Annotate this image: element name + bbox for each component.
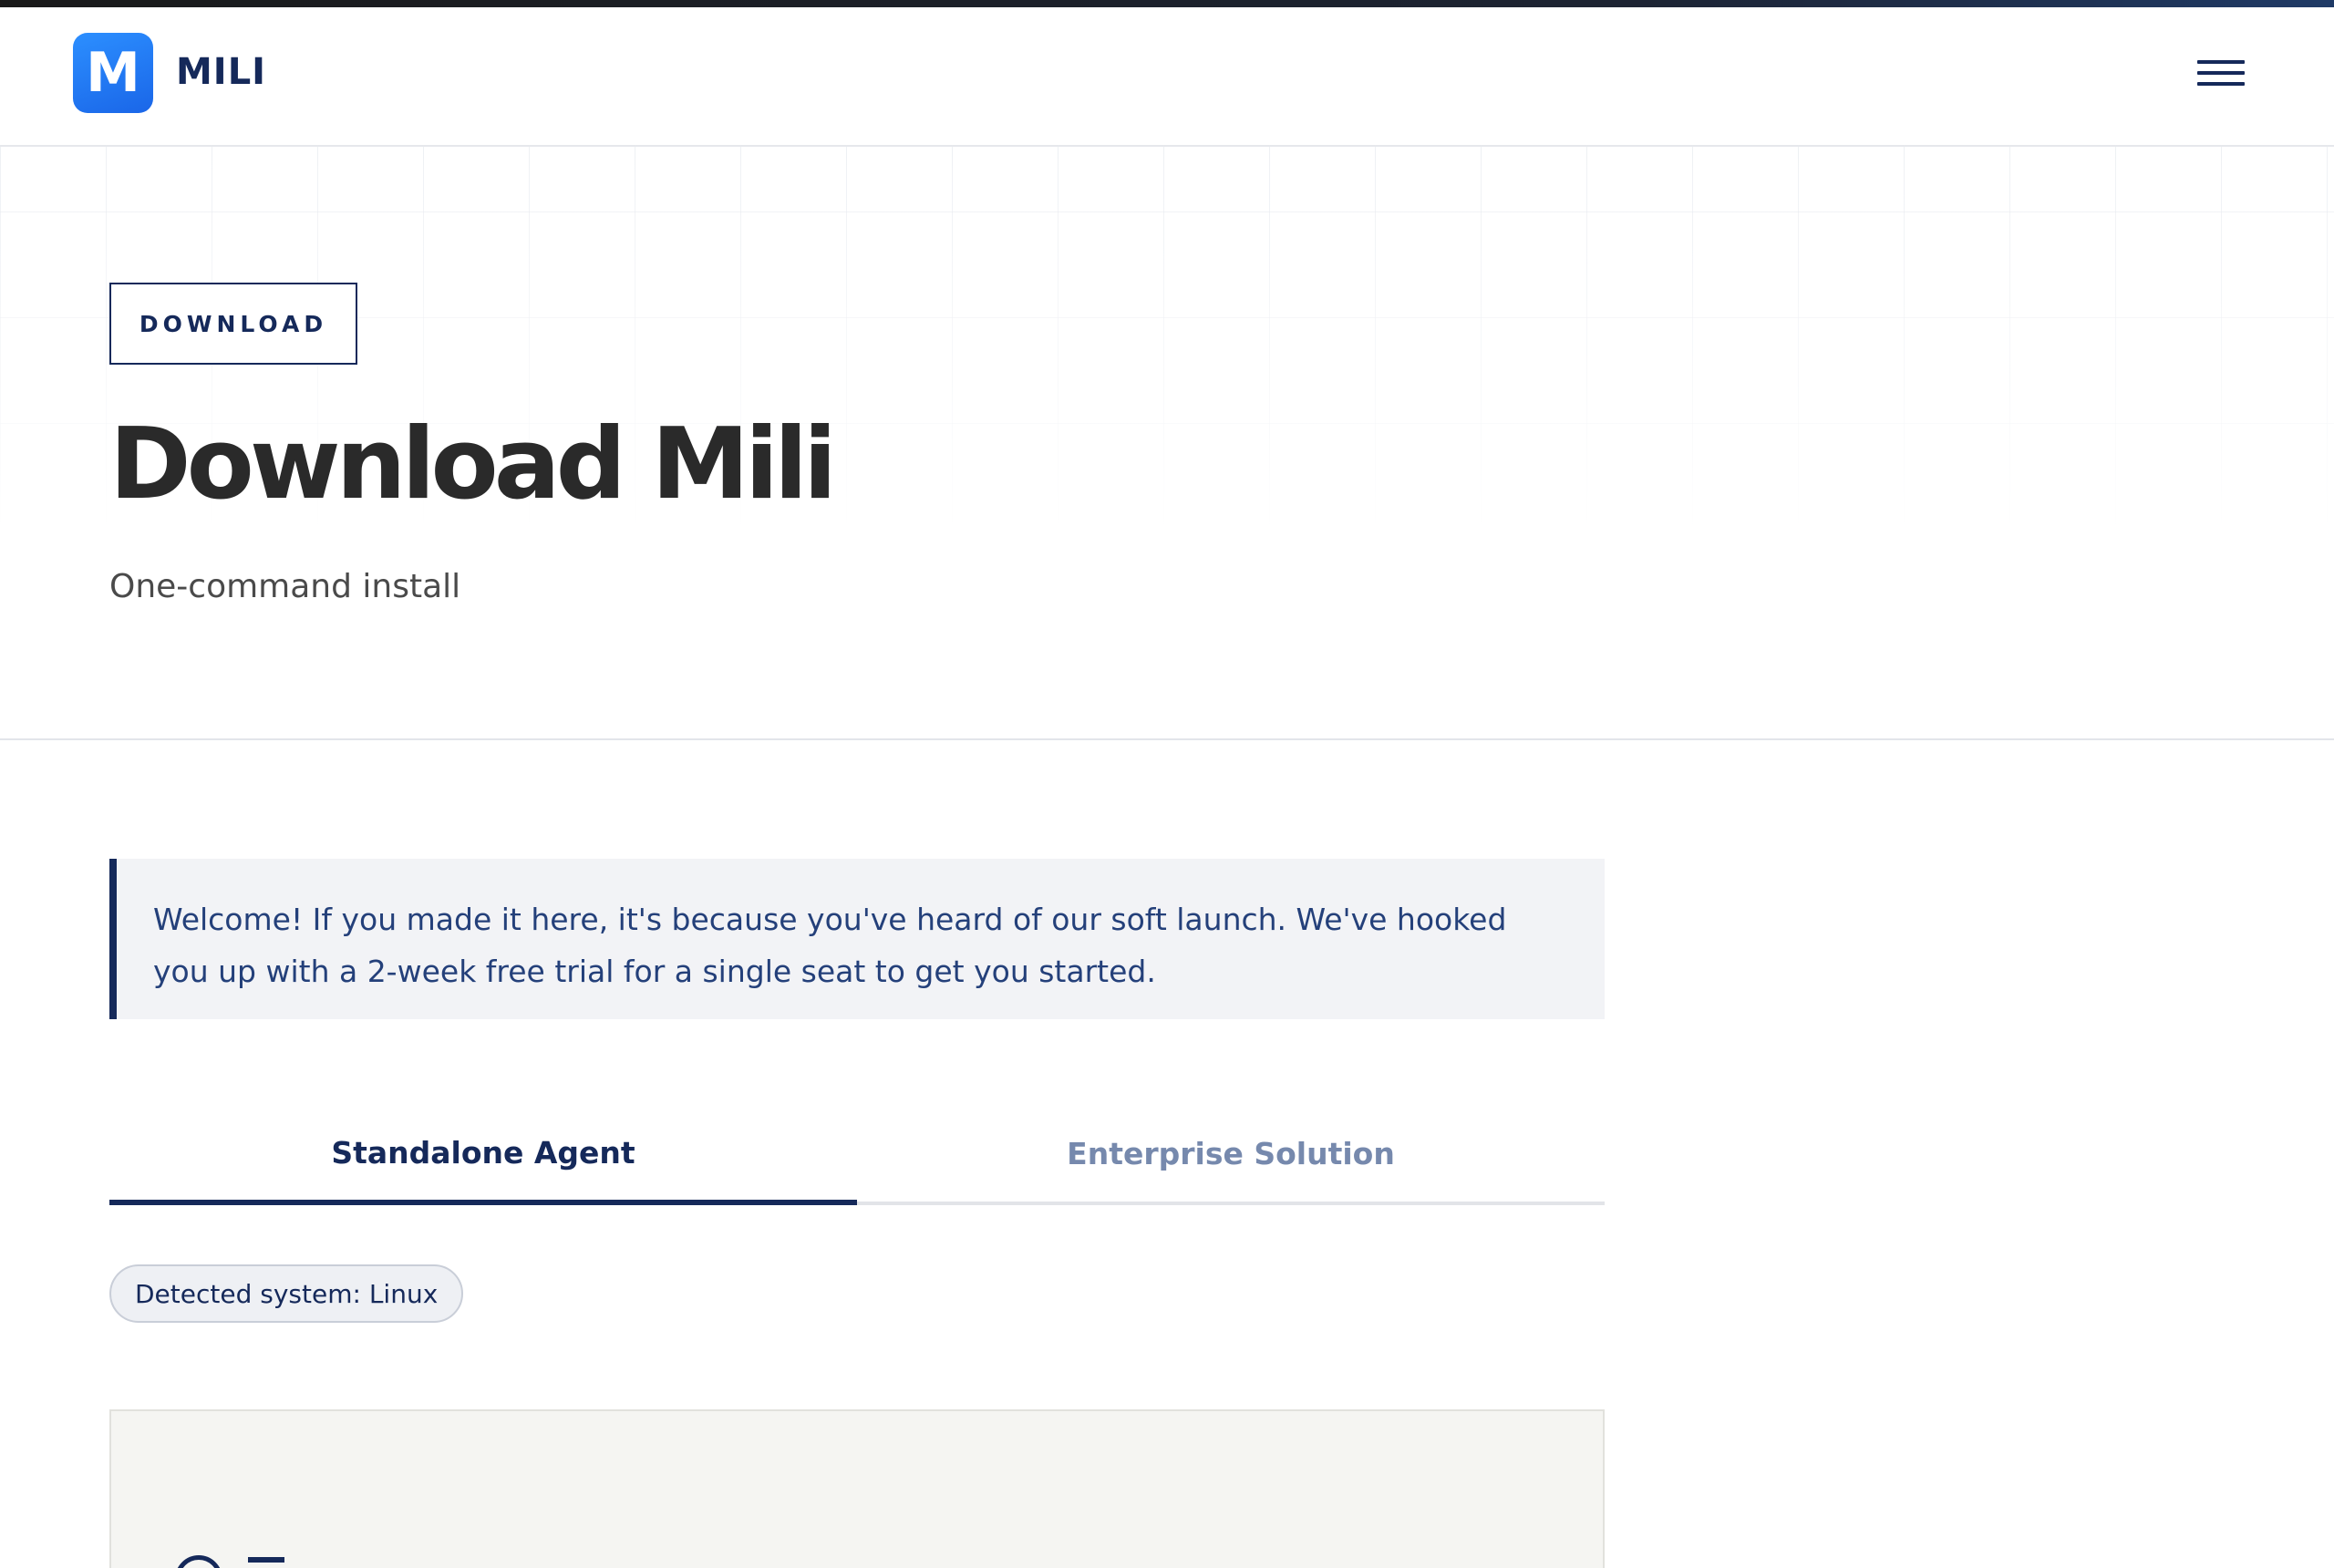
step-circle-icon <box>175 1555 222 1568</box>
hamburger-menu-icon[interactable] <box>2195 55 2246 95</box>
hero-section: DOWNLOAD Download Mili One-command insta… <box>0 147 2334 740</box>
welcome-notice-text: Welcome! If you made it here, it's becau… <box>153 902 1507 989</box>
install-tabs: Standalone Agent Enterprise Solution <box>109 1105 1605 1205</box>
top-accent-bar <box>0 0 2334 7</box>
download-eyebrow-label: DOWNLOAD <box>109 283 357 365</box>
welcome-notice: Welcome! If you made it here, it's becau… <box>109 859 1605 1019</box>
detected-system-badge: Detected system: Linux <box>109 1264 464 1323</box>
site-header: M MILI <box>0 7 2334 147</box>
logo-letter: M <box>86 41 140 105</box>
menu-line <box>2197 71 2245 75</box>
tab-standalone-agent[interactable]: Standalone Agent <box>109 1105 857 1205</box>
menu-line <box>2197 60 2245 64</box>
menu-line <box>2197 82 2245 86</box>
page-subtitle: One-command install <box>109 568 461 605</box>
mili-logo-icon[interactable]: M <box>73 33 153 113</box>
step-heading-partial <box>248 1557 284 1568</box>
tab-enterprise-solution[interactable]: Enterprise Solution <box>857 1105 1605 1205</box>
install-card <box>109 1409 1605 1568</box>
brand-name[interactable]: MILI <box>176 51 266 93</box>
page-title: Download Mili <box>109 407 837 521</box>
